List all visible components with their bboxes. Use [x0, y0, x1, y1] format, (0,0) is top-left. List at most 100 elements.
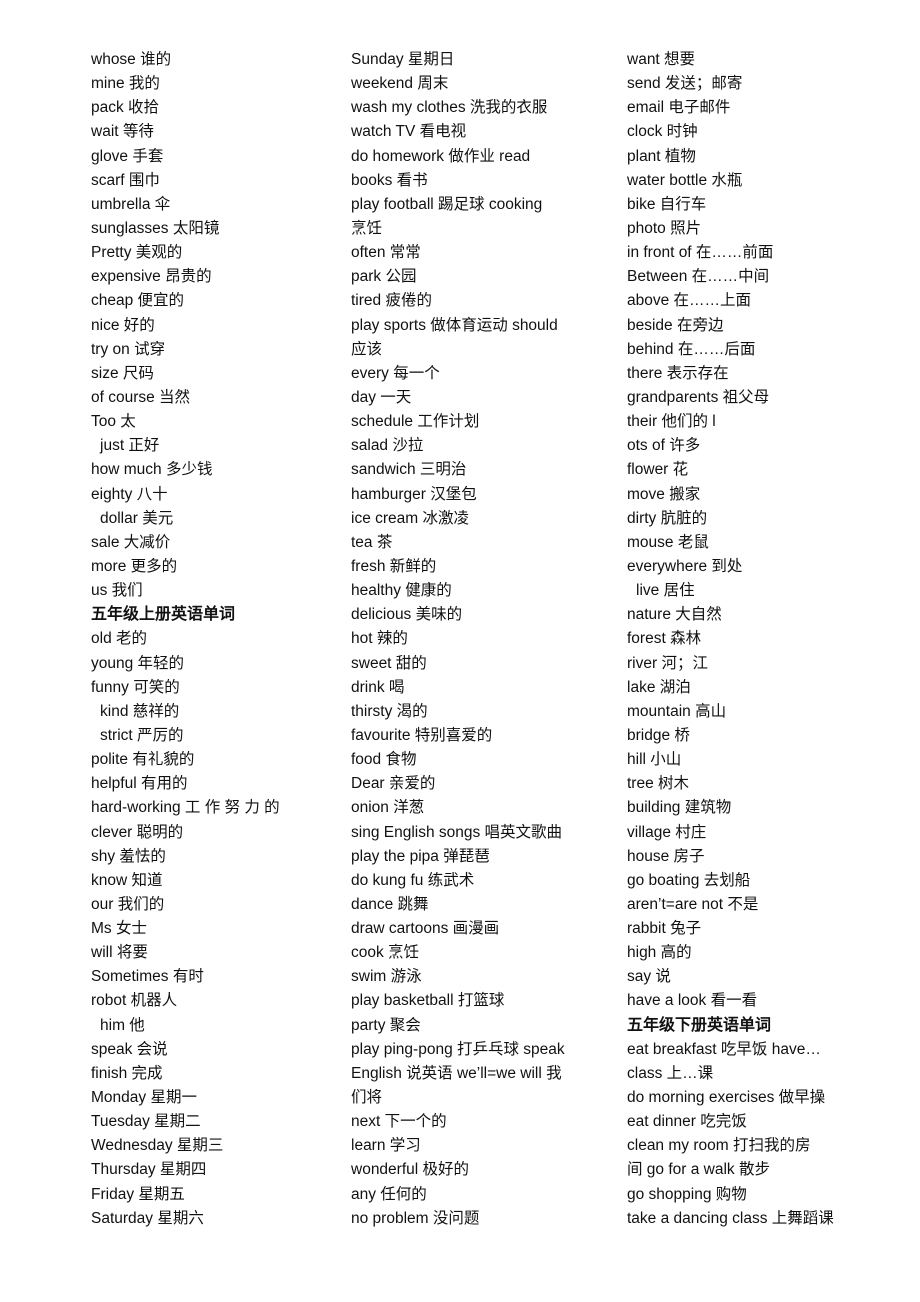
- vocab-entry: play football 踢足球 cooking: [351, 195, 543, 213]
- vocab-entry: nice 好的: [91, 316, 155, 334]
- vocab-entry: sandwich 三明治: [351, 461, 467, 479]
- vocab-entry: drink 喝: [351, 678, 405, 696]
- vocab-entry: tea 茶: [351, 533, 393, 551]
- vocab-entry: high 高的: [627, 944, 692, 962]
- vocab-entry: clever 聪明的: [91, 823, 184, 841]
- vocab-entry: photo 照片: [627, 219, 702, 237]
- vocab-entry: above 在……上面: [627, 292, 752, 310]
- vocab-entry: dirty 肮脏的: [627, 509, 708, 527]
- vocab-entry: umbrella 伞: [91, 195, 171, 213]
- vocab-entry: building 建筑物: [627, 799, 732, 817]
- vocab-entry: swim 游泳: [351, 968, 422, 986]
- vocab-entry: hard-working 工 作 努 力 的: [91, 799, 280, 817]
- vocab-entry: robot 机器人: [91, 992, 178, 1010]
- vocab-entry: Dear 亲爱的: [351, 775, 436, 793]
- vocab-entry: house 房子: [627, 847, 705, 865]
- vocab-entry: us 我们: [91, 582, 143, 600]
- vocab-entry: sing English songs 唱英文歌曲: [351, 823, 563, 841]
- vocab-entry: 应该: [351, 340, 383, 358]
- vocab-entry: often 常常: [351, 244, 421, 262]
- vocab-entry: size 尺码: [91, 364, 154, 382]
- vocab-entry: expensive 昂贵的: [91, 268, 212, 286]
- vocab-entry: everywhere 到处: [627, 557, 743, 575]
- vocab-entry: hill 小山: [627, 751, 682, 769]
- vocab-column-1: whose 谁的 mine 我的 pack 收拾 wait 等待 glove 手套 sca…: [91, 48, 327, 1231]
- vocab-entry: class 上…课: [627, 1064, 714, 1082]
- vocab-entry: shy 羞怯的: [91, 847, 166, 865]
- vocab-entry: flower 花: [627, 461, 689, 479]
- vocab-entry: pack 收拾: [91, 99, 160, 117]
- vocab-entry: mine 我的: [91, 75, 160, 93]
- vocab-entry: just 正好: [100, 437, 160, 455]
- vocab-entry: say 说: [627, 968, 671, 986]
- vocab-entry: cook 烹饪: [351, 944, 420, 962]
- vocab-entry: water bottle 水瓶: [627, 171, 743, 189]
- vocab-entry: onion 洋葱: [351, 799, 425, 817]
- vocab-entry: schedule 工作计划: [351, 413, 480, 431]
- vocab-entry: Wednesday 星期三: [91, 1137, 224, 1155]
- vocab-entry: helpful 有用的: [91, 775, 188, 793]
- vocab-entry: hamburger 汉堡包: [351, 485, 477, 503]
- vocab-entry: day 一天: [351, 388, 412, 406]
- vocab-column-2: Sunday 星期日 weekend 周末 wash my clothes 洗我的衣…: [351, 48, 595, 1231]
- vocab-entry: salad 沙拉: [351, 437, 424, 455]
- vocab-entry: play basketball 打篮球: [351, 992, 505, 1010]
- vocab-entry: go shopping 购物: [627, 1185, 747, 1203]
- vocab-entry: dance 跳舞: [351, 895, 429, 913]
- vocab-entry: Sunday 星期日: [351, 51, 455, 68]
- vocab-entry: rabbit 兔子: [627, 920, 702, 938]
- vocab-entry: weekend 周末: [351, 75, 449, 93]
- vocab-entry: favourite 特别喜爱的: [351, 726, 493, 744]
- vocab-entry: Thursday 星期四: [91, 1161, 207, 1179]
- vocab-entry: whose 谁的: [91, 51, 172, 68]
- vocab-entry: take a dancing class 上舞蹈课: [627, 1209, 834, 1227]
- vocab-entry: ice cream 冰激凌: [351, 509, 469, 527]
- vocab-entry: mountain 高山: [627, 702, 727, 720]
- vocab-entry: Too 太: [91, 413, 136, 431]
- vocab-entry: move 搬家: [627, 485, 701, 503]
- vocab-entry: eat dinner 吃完饭: [627, 1113, 747, 1131]
- vocab-entry: plant 植物: [627, 147, 696, 165]
- vocab-entry: cheap 便宜的: [91, 292, 185, 310]
- vocab-entry: Between 在……中间: [627, 268, 770, 286]
- vocab-entry: finish 完成: [91, 1064, 163, 1082]
- vocab-entry: 们将: [351, 1089, 383, 1107]
- vocab-entry: sale 大减价: [91, 533, 171, 551]
- vocab-entry: tired 疲倦的: [351, 292, 432, 310]
- vocab-entry: sweet 甜的: [351, 654, 427, 672]
- vocab-entry: food 食物: [351, 751, 417, 769]
- vocab-entry: want 想要: [627, 51, 696, 68]
- vocab-entry: behind 在……后面: [627, 340, 756, 358]
- vocab-entry: delicious 美味的: [351, 606, 463, 624]
- vocab-entry: learn 学习: [351, 1137, 421, 1155]
- vocab-entry: Sometimes 有时: [91, 968, 204, 986]
- vocab-entry: party 聚会: [351, 1016, 421, 1034]
- vocab-entry: wonderful 极好的: [351, 1161, 470, 1179]
- vocab-entry: in front of 在……前面: [627, 244, 774, 262]
- vocab-entry: send 发送；邮寄: [627, 75, 743, 93]
- vocab-entry: bridge 桥: [627, 726, 690, 744]
- vocab-entry: park 公园: [351, 268, 417, 286]
- vocab-entry: go boating 去划船: [627, 871, 751, 889]
- vocab-entry: live 居住: [636, 582, 695, 600]
- vocab-entry: forest 森林: [627, 630, 702, 648]
- section-heading: 五年级上册英语单词: [91, 606, 236, 624]
- vocab-entry: any 任何的: [351, 1185, 427, 1203]
- vocab-entry: of course 当然: [91, 388, 191, 406]
- vocab-entry: scarf 围巾: [91, 171, 160, 189]
- vocab-entry: how much 多少钱: [91, 461, 213, 479]
- vocab-entry: more 更多的: [91, 557, 178, 575]
- vocab-entry: play the pipa 弹琵琶: [351, 847, 490, 865]
- vocab-entry: books 看书: [351, 171, 428, 189]
- vocab-entry: Pretty 美观的: [91, 244, 183, 262]
- vocab-entry: aren’t=are not 不是: [627, 895, 759, 913]
- vocab-entry: clean my room 打扫我的房: [627, 1137, 811, 1155]
- vocab-entry: their 他们的 l: [627, 413, 716, 431]
- vocab-entry: healthy 健康的: [351, 582, 452, 600]
- vocab-entry: Ms 女士: [91, 920, 147, 938]
- vocab-entry: river 河；江: [627, 654, 708, 672]
- vocab-entry: polite 有礼貌的: [91, 751, 195, 769]
- vocab-entry: old 老的: [91, 630, 147, 648]
- vocab-entry: village 村庄: [627, 823, 707, 841]
- vocab-entry: do morning exercises 做早操: [627, 1089, 826, 1107]
